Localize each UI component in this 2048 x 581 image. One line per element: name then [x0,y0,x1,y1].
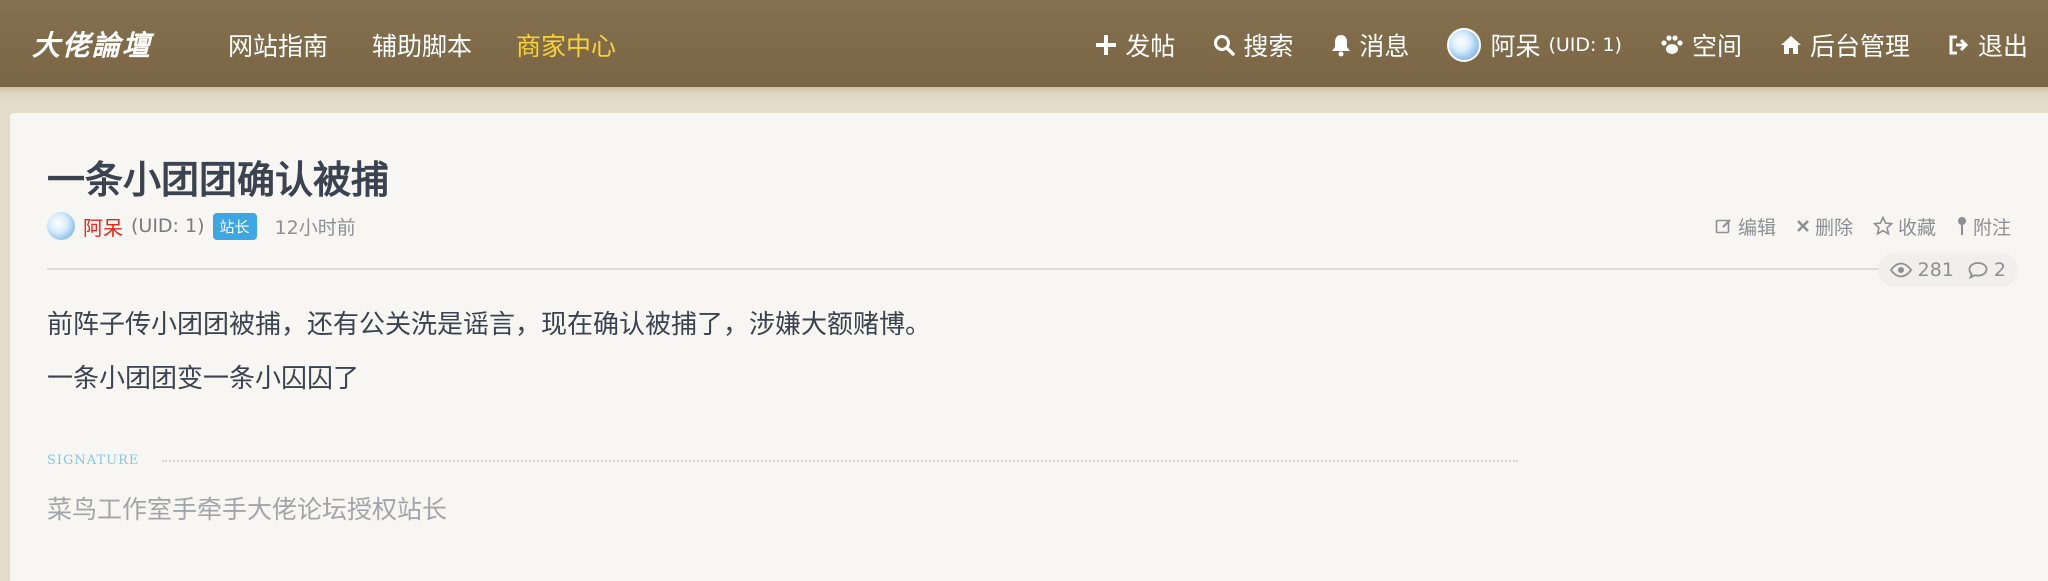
post-panel: 一条小团团确认被捕 阿呆 (UID: 1) 站长 12小时前 编辑 删除 收藏 … [10,113,2048,581]
post-title: 一条小团团确认被捕 [47,158,390,202]
paw-icon [1661,35,1683,54]
star-icon [1872,216,1893,236]
reply-count-value: 2 [1993,259,2006,281]
new-post-button[interactable]: 发帖 [1095,27,1175,63]
new-post-label: 发帖 [1125,32,1176,61]
messages-label: 消息 [1359,32,1410,61]
eye-icon [1889,262,1912,278]
post-paragraph: 一条小团团变一条小囚囚了 [47,364,360,394]
note-button[interactable]: 附注 [1956,213,2011,240]
post-meta: 阿呆 (UID: 1) 站长 12小时前 [47,211,356,241]
logout-label: 退出 [1977,32,2028,61]
favorite-button[interactable]: 收藏 [1872,213,1936,240]
favorite-label: 收藏 [1897,216,1936,239]
signature-divider [162,460,1518,462]
home-icon [1780,36,1801,54]
user-menu[interactable]: 阿呆 (UID: 1) [1447,27,1622,63]
messages-button[interactable]: 消息 [1331,27,1409,63]
post-time: 12小时前 [274,216,356,239]
post-body: 前阵子传小团团被捕，还有公关洗是谣言，现在确认被捕了，涉嫌大额赌博。 一条小团团… [47,298,931,406]
nav-scripts[interactable]: 辅助脚本 [372,27,472,63]
admin-button[interactable]: 后台管理 [1780,27,1910,63]
view-count-value: 281 [1917,259,1954,281]
admin-label: 后台管理 [1809,32,1910,61]
edit-icon [1715,219,1731,234]
bell-icon [1332,35,1351,57]
logout-icon [1949,35,1969,55]
post-stats: 281 2 [1877,253,2018,287]
note-label: 附注 [1972,216,2011,239]
comment-icon [1968,262,1988,279]
site-logo[interactable]: 大佬論壇 [32,24,152,64]
logout-button[interactable]: 退出 [1948,27,2028,63]
pin-icon [1957,217,1966,235]
edit-button[interactable]: 编辑 [1715,213,1776,240]
view-count: 281 [1889,259,1954,281]
status-badge: 站长 [212,212,257,240]
author-avatar[interactable] [47,212,75,240]
delete-button[interactable]: 删除 [1796,213,1853,240]
user-nav: 发帖 搜索 消息 阿呆 (UID: 1) 空间 后台管理 退出 [1095,0,2028,90]
space-label: 空间 [1691,32,1742,61]
nav-merchant-center[interactable]: 商家中心 [516,27,616,63]
top-navbar: 大佬論壇 网站指南 辅助脚本 商家中心 发帖 搜索 消息 阿呆 (UID: 1)… [0,0,2048,95]
delete-label: 删除 [1814,216,1853,239]
main-nav: 网站指南 辅助脚本 商家中心 [228,0,616,90]
signature-text: 菜鸟工作室手牵手大佬论坛授权站长 [47,495,448,524]
post-paragraph: 前阵子传小团团被捕，还有公关洗是谣言，现在确认被捕了，涉嫌大额赌博。 [47,310,932,340]
user-name: 阿呆 [1490,32,1541,61]
avatar [1447,28,1482,62]
signature-label: SIGNATURE [47,453,140,468]
author-uid: (UID: 1) [131,215,205,237]
close-icon [1797,220,1809,232]
nav-guide[interactable]: 网站指南 [228,27,328,63]
edit-label: 编辑 [1737,216,1776,239]
plus-icon [1096,35,1117,55]
search-icon [1214,35,1236,56]
search-button[interactable]: 搜索 [1213,27,1293,63]
search-label: 搜索 [1243,32,1294,61]
space-button[interactable]: 空间 [1660,27,1742,63]
post-actions: 编辑 删除 收藏 附注 [1715,211,2011,241]
divider [47,268,1887,270]
reply-count: 2 [1968,259,2006,281]
user-uid: (UID: 1) [1548,34,1622,56]
author-name[interactable]: 阿呆 [83,212,123,241]
